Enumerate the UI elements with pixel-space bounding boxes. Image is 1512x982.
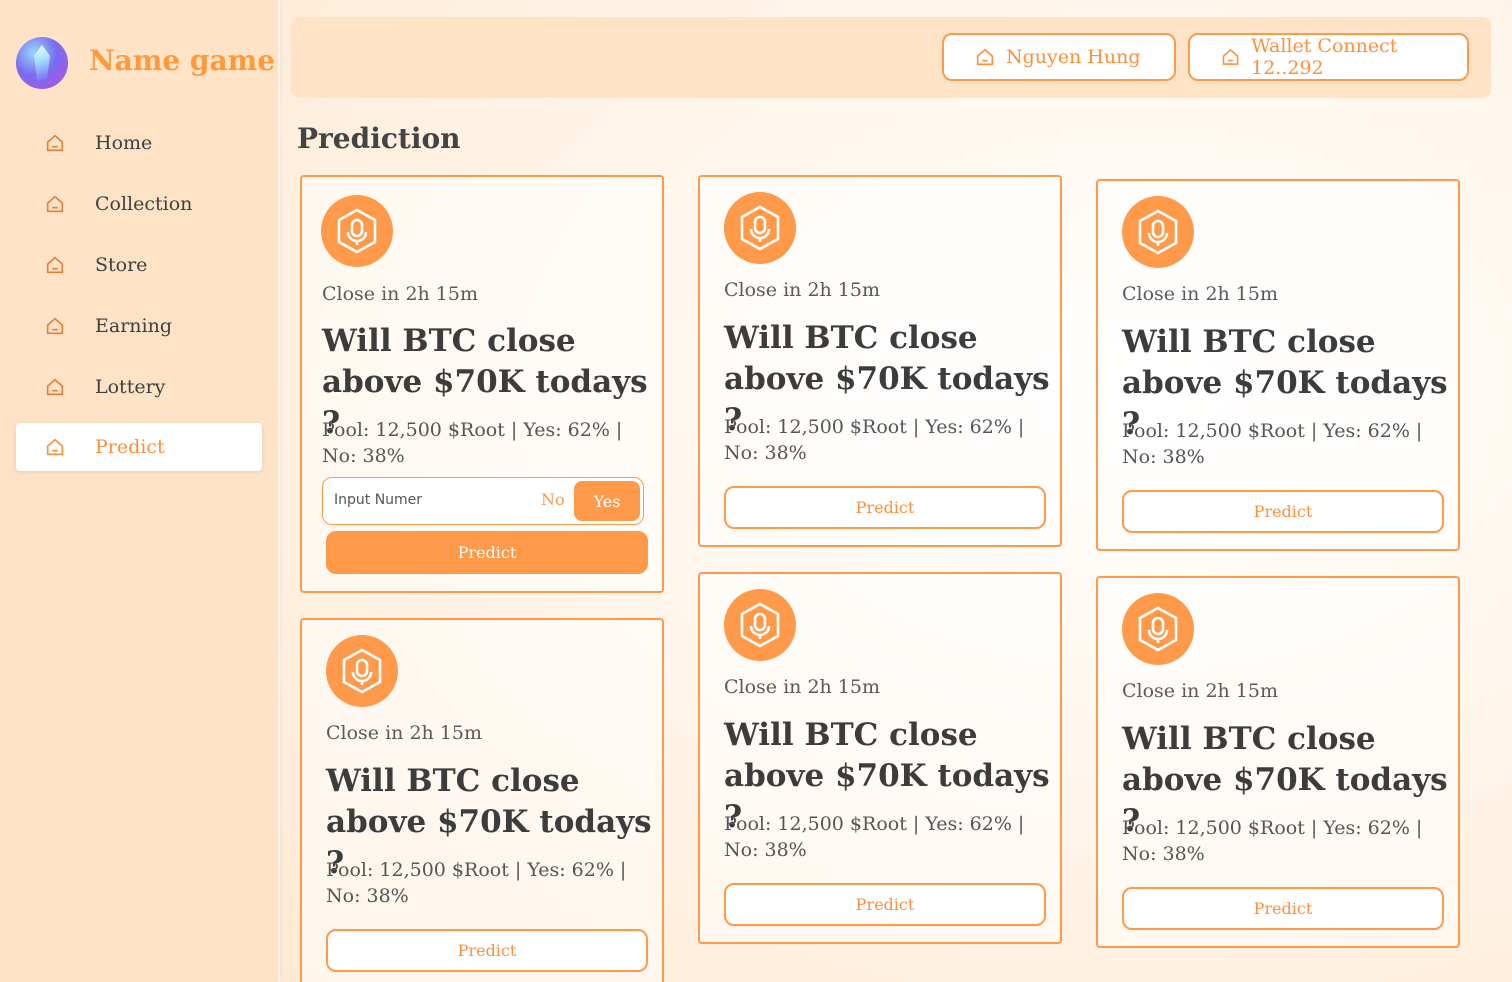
microphone-icon xyxy=(724,192,796,264)
no-toggle[interactable]: No xyxy=(541,490,565,509)
home-icon xyxy=(46,256,64,274)
sidebar-item-earning[interactable]: Earning xyxy=(16,302,262,350)
predict-button[interactable]: Predict xyxy=(1122,887,1444,930)
predict-button[interactable]: Predict xyxy=(724,883,1046,926)
pool-stats: Pool: 12,500 $Root | Yes: 62% | No: 38% xyxy=(1122,817,1423,865)
close-time: Close in 2h 15m xyxy=(724,279,880,301)
microphone-icon xyxy=(724,589,796,661)
prediction-card: Close in 2h 15m Will BTC close above $70… xyxy=(1096,179,1460,551)
predict-button[interactable]: Predict xyxy=(326,531,648,574)
prediction-card: Close in 2h 15m Will BTC close above $70… xyxy=(300,175,664,593)
pool-stats: Pool: 12,500 $Root | Yes: 62% | No: 38% xyxy=(724,416,1025,464)
sidebar-item-lottery[interactable]: Lottery xyxy=(16,363,262,411)
sidebar-item-label: Collection xyxy=(95,193,193,215)
sidebar-item-predict[interactable]: Predict xyxy=(16,423,262,471)
close-time: Close in 2h 15m xyxy=(1122,283,1278,305)
prediction-card: Close in 2h 15m Will BTC close above $70… xyxy=(1096,576,1460,948)
predict-button[interactable]: Predict xyxy=(724,486,1046,529)
page-title: Prediction xyxy=(297,122,461,155)
sidebar-item-home[interactable]: Home xyxy=(16,119,262,167)
predict-button[interactable]: Predict xyxy=(1122,490,1444,533)
microphone-icon xyxy=(1122,593,1194,665)
prediction-card: Close in 2h 15m Will BTC close above $70… xyxy=(698,175,1062,547)
sidebar: Name game Home Collection Store Earning … xyxy=(0,0,278,982)
prediction-card: Close in 2h 15m Will BTC close above $70… xyxy=(300,618,664,982)
home-icon xyxy=(46,134,64,152)
home-icon xyxy=(46,378,64,396)
home-icon xyxy=(1222,48,1239,65)
home-icon xyxy=(46,438,64,456)
wallet-connect-button[interactable]: Wallet Connect 12..292 xyxy=(1188,33,1469,81)
wallet-label: Wallet Connect 12..292 xyxy=(1251,35,1398,79)
close-time: Close in 2h 15m xyxy=(322,283,478,305)
pool-stats: Pool: 12,500 $Root | Yes: 62% | No: 38% xyxy=(724,813,1025,861)
home-icon xyxy=(976,48,994,66)
sidebar-item-collection[interactable]: Collection xyxy=(16,180,262,228)
predict-button[interactable]: Predict xyxy=(326,929,648,972)
sidebar-item-label: Home xyxy=(95,132,153,154)
close-time: Close in 2h 15m xyxy=(326,722,482,744)
user-button[interactable]: Nguyen Hung xyxy=(942,33,1176,81)
yes-toggle[interactable]: Yes xyxy=(574,481,640,521)
sidebar-item-label: Store xyxy=(95,254,148,276)
logo xyxy=(16,37,68,89)
pool-stats: Pool: 12,500 $Root | Yes: 62% | No: 38% xyxy=(322,419,623,467)
prediction-card: Close in 2h 15m Will BTC close above $70… xyxy=(698,572,1062,944)
close-time: Close in 2h 15m xyxy=(724,676,880,698)
sidebar-item-label: Predict xyxy=(95,436,165,458)
user-name: Nguyen Hung xyxy=(1006,46,1141,68)
microphone-icon xyxy=(321,195,393,267)
amount-input[interactable]: Input Numer No Yes xyxy=(322,477,644,525)
pool-stats: Pool: 12,500 $Root | Yes: 62% | No: 38% xyxy=(326,859,627,907)
sidebar-item-label: Earning xyxy=(95,315,172,337)
input-placeholder: Input Numer xyxy=(334,492,423,508)
home-icon xyxy=(46,317,64,335)
brand-name: Name game xyxy=(89,44,276,77)
close-time: Close in 2h 15m xyxy=(1122,680,1278,702)
home-icon xyxy=(46,195,64,213)
microphone-icon xyxy=(326,635,398,707)
sidebar-item-store[interactable]: Store xyxy=(16,241,262,289)
microphone-icon xyxy=(1122,196,1194,268)
pool-stats: Pool: 12,500 $Root | Yes: 62% | No: 38% xyxy=(1122,420,1423,468)
sidebar-item-label: Lottery xyxy=(95,376,166,398)
